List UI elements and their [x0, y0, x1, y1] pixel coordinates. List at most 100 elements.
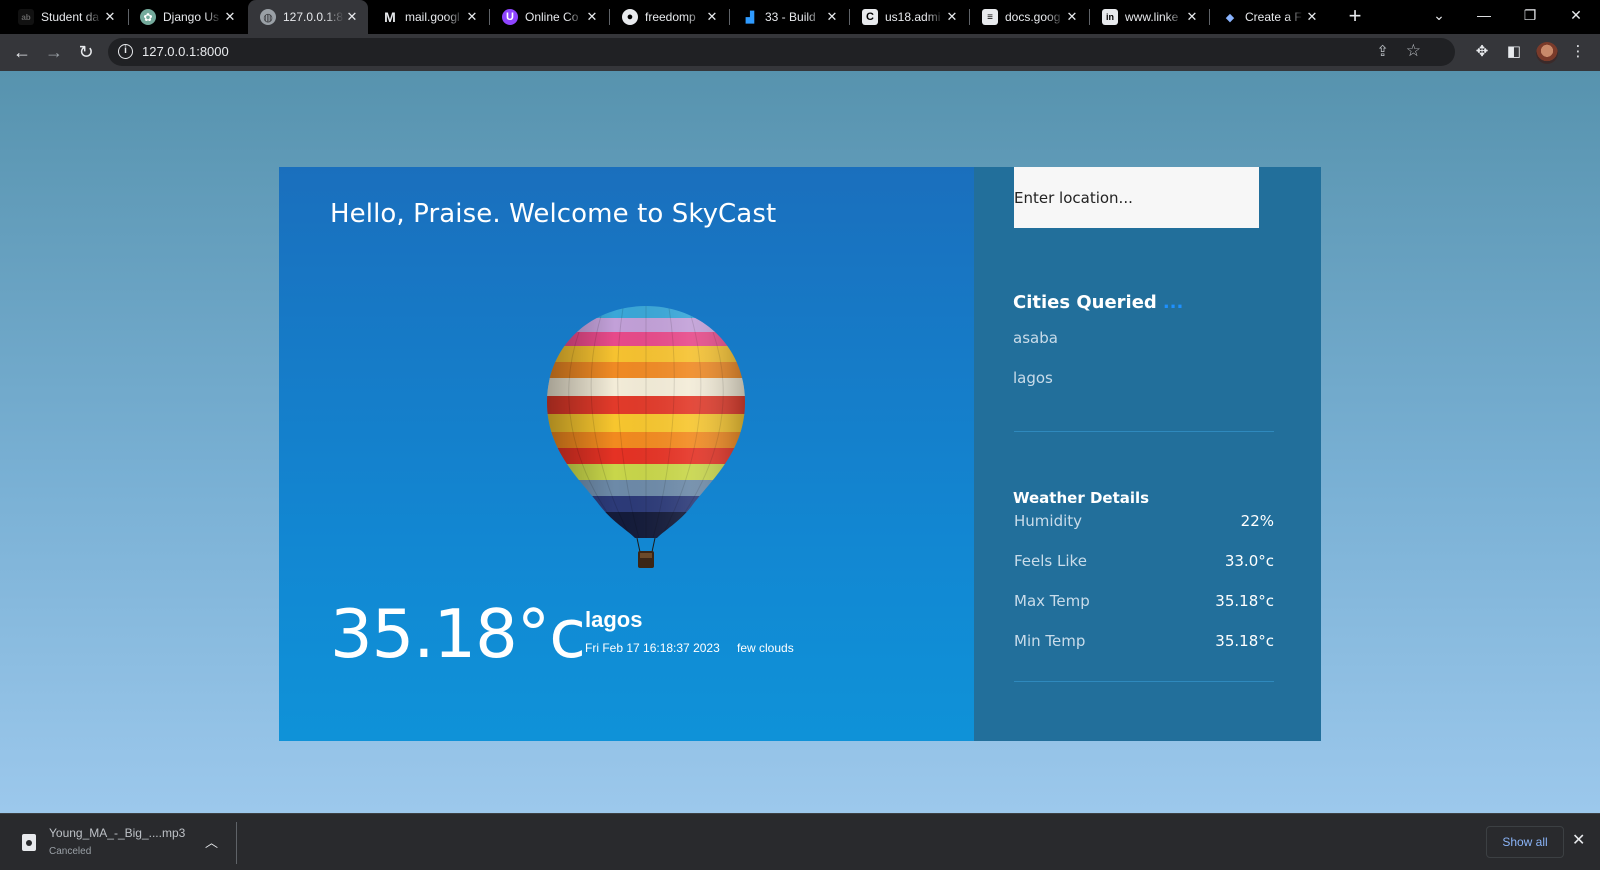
close-icon[interactable]: ✕ [824, 9, 840, 25]
city-list-item[interactable]: lagos [1013, 369, 1053, 387]
skycast-app: Hello, Praise. Welcome to SkyCast 35.18°… [279, 167, 1321, 741]
back-arrow-icon[interactable]: ← [9, 39, 35, 65]
tab-linkedin[interactable]: in www.linke ✕ [1090, 0, 1208, 34]
new-tab-button[interactable]: + [1343, 5, 1367, 29]
tab-title: Online Co [525, 10, 579, 24]
profile-avatar[interactable] [1536, 42, 1558, 64]
close-icon[interactable]: ✕ [1304, 9, 1320, 25]
menu-kebab-icon[interactable]: ⋮ [1566, 40, 1590, 64]
purple-u-icon: U [502, 9, 518, 25]
chatgpt-icon: ✿ [140, 9, 156, 25]
cities-heading-text: Cities Queried [1013, 292, 1157, 313]
detail-row-max-temp: Max Temp 35.18°c [1014, 592, 1274, 612]
address-bar[interactable]: i 127.0.0.1:8000 ⇪ ☆ [108, 38, 1455, 66]
page-viewport: Hello, Praise. Welcome to SkyCast 35.18°… [0, 71, 1600, 813]
tab-gmail[interactable]: M mail.googl ✕ [370, 0, 488, 34]
tab-localhost[interactable]: ◍ 127.0.0.1:8 ✕ [248, 0, 368, 34]
show-all-button[interactable]: Show all [1486, 826, 1564, 858]
tab-build[interactable]: ▟ 33 - Build ✕ [730, 0, 848, 34]
tab-github[interactable]: ● freedomp ✕ [610, 0, 728, 34]
tab-title: 127.0.0.1:8 [283, 10, 344, 24]
location-search-input[interactable] [1014, 167, 1259, 228]
detail-value: 35.18°c [1215, 632, 1274, 650]
tab-django[interactable]: ✿ Django Us ✕ [128, 0, 246, 34]
detail-row-min-temp: Min Temp 35.18°c [1014, 632, 1274, 652]
extensions-puzzle-icon[interactable]: ✥ [1470, 40, 1494, 64]
download-status: Canceled [49, 846, 92, 857]
tab-title: 33 - Build [765, 10, 816, 24]
close-icon[interactable]: ✕ [102, 9, 118, 25]
share-icon[interactable]: ⇪ [1376, 42, 1389, 60]
close-icon[interactable]: ✕ [1184, 9, 1200, 25]
tab-student-data[interactable]: ab Student da ✕ [6, 0, 126, 34]
weather-side-panel: Cities Queried... asaba lagos Weather De… [974, 167, 1321, 741]
cities-ellipsis: ... [1162, 292, 1184, 313]
cities-queried-heading: Cities Queried... [1013, 292, 1183, 313]
window-close-icon[interactable]: ✕ [1553, 0, 1599, 32]
current-temperature: 35.18°c [330, 595, 586, 673]
minimize-icon[interactable]: — [1461, 0, 1507, 32]
close-icon[interactable]: ✕ [1064, 9, 1080, 25]
side-panel-icon[interactable]: ◧ [1502, 40, 1526, 64]
tab-mailchimp[interactable]: C us18.admi ✕ [850, 0, 968, 34]
tab-title: www.linke [1125, 10, 1179, 24]
tab-google-docs[interactable]: ≡ docs.goog ✕ [970, 0, 1088, 34]
main-weather-panel: Hello, Praise. Welcome to SkyCast 35.18°… [279, 167, 974, 741]
detail-row-feels-like: Feels Like 33.0°c [1014, 552, 1274, 572]
hot-air-balloon-image [547, 306, 745, 568]
detail-value: 33.0°c [1224, 552, 1274, 570]
tab-title: freedomp [645, 10, 696, 24]
download-file-name[interactable]: Young_MA_-_Big_....mp3 [49, 826, 185, 840]
browser-tab-strip: ab Student da ✕ ✿ Django Us ✕ ◍ 127.0.0.… [0, 0, 1600, 34]
azure-devops-icon: ▟ [745, 11, 755, 24]
diamond-icon: ◆ [1225, 11, 1235, 24]
docs-icon: ≡ [982, 9, 998, 25]
close-icon[interactable]: ✕ [1572, 830, 1585, 850]
globe-icon: ◍ [260, 9, 276, 25]
tab-title: Create a F [1245, 10, 1302, 24]
close-icon[interactable]: ✕ [584, 9, 600, 25]
linkedin-icon: in [1102, 9, 1118, 25]
detail-label: Max Temp [1014, 592, 1090, 610]
current-datetime: Fri Feb 17 16:18:37 2023 [585, 641, 720, 655]
tab-create[interactable]: ◆ Create a F ✕ [1210, 0, 1328, 34]
restore-icon[interactable]: ❐ [1507, 0, 1553, 32]
address-url[interactable]: 127.0.0.1:8000 [142, 44, 229, 59]
tab-title: Django Us [163, 10, 220, 24]
divider [1014, 431, 1274, 432]
divider [1014, 681, 1274, 682]
tab-title: docs.goog [1005, 10, 1061, 24]
detail-value: 35.18°c [1215, 592, 1274, 610]
mailchimp-icon: C [862, 9, 878, 25]
weather-details-heading: Weather Details [1013, 489, 1150, 507]
forward-arrow-icon[interactable]: → [41, 39, 67, 65]
tab-title: Student da [41, 10, 100, 24]
tab-title: mail.googl [405, 10, 460, 24]
city-list-item[interactable]: asaba [1013, 329, 1058, 347]
gmail-icon: M [384, 9, 396, 25]
detail-value: 22% [1240, 512, 1274, 530]
close-icon[interactable]: ✕ [344, 9, 360, 25]
download-shelf: Young_MA_-_Big_....mp3 Canceled ︿ Show a… [0, 813, 1600, 870]
site-info-icon[interactable]: i [118, 44, 133, 59]
chevron-up-icon[interactable]: ︿ [205, 832, 218, 851]
tab-search-chevron-icon[interactable]: ⌄ [1416, 0, 1462, 32]
detail-label: Feels Like [1014, 552, 1087, 570]
detail-label: Humidity [1014, 512, 1083, 530]
detail-row-humidity: Humidity 22% [1014, 512, 1274, 532]
close-icon[interactable]: ✕ [704, 9, 720, 25]
bookmark-star-icon[interactable]: ☆ [1406, 41, 1421, 61]
github-icon: ● [622, 9, 638, 25]
close-icon[interactable]: ✕ [464, 9, 480, 25]
tab-title: us18.admi [885, 10, 941, 24]
reload-icon[interactable]: ↻ [73, 39, 99, 65]
current-city: lagos [585, 607, 643, 632]
close-icon[interactable]: ✕ [222, 9, 238, 25]
greeting-heading: Hello, Praise. Welcome to SkyCast [330, 199, 777, 229]
tab-online-course[interactable]: U Online Co ✕ [490, 0, 608, 34]
weather-description: few clouds [737, 641, 794, 655]
divider [236, 822, 237, 864]
dark-site-icon: ab [18, 9, 34, 25]
close-icon[interactable]: ✕ [944, 9, 960, 25]
audio-file-icon [22, 834, 36, 851]
